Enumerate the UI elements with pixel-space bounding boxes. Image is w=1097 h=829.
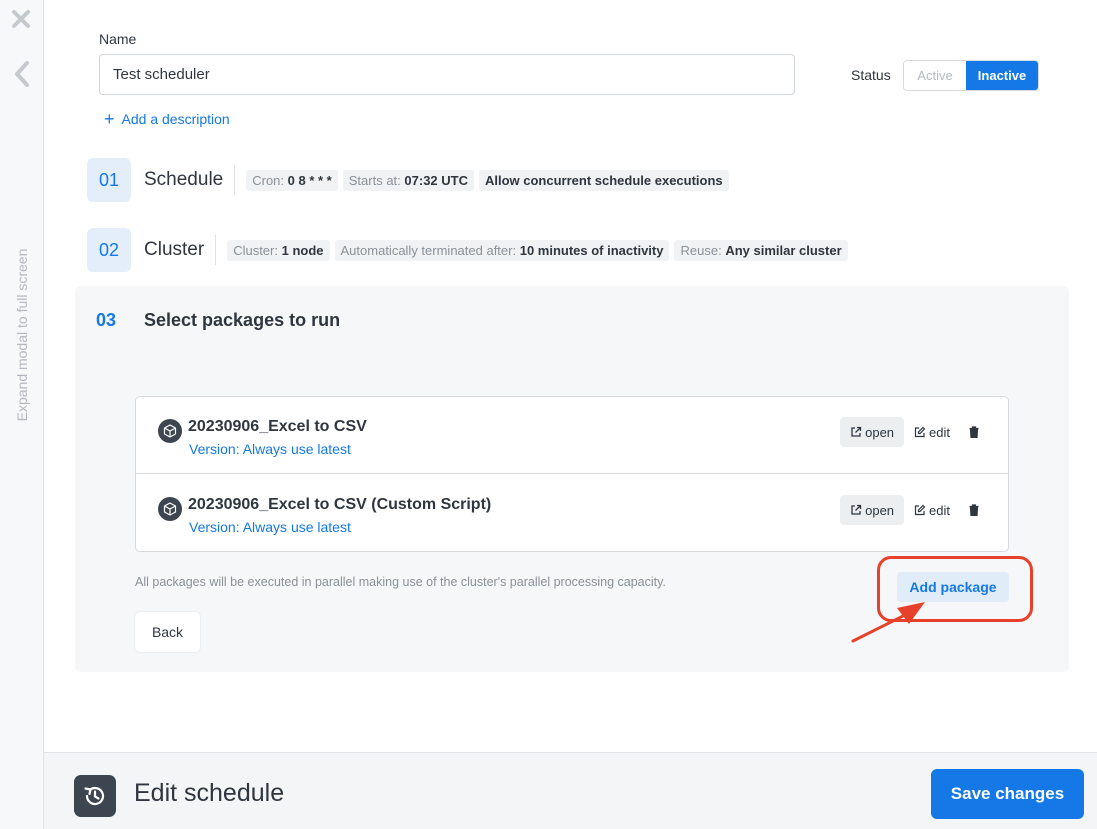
starts-at-chip: Starts at: 07:32 UTC — [342, 169, 474, 191]
plus-icon: + — [104, 109, 115, 129]
status-toggle: Active Inactive — [903, 60, 1039, 91]
open-button[interactable]: open — [840, 417, 905, 447]
package-row: 20230906_Excel to CSV Version: Always us… — [136, 397, 1008, 474]
external-link-icon — [851, 426, 862, 437]
save-changes-button[interactable]: Save changes — [931, 769, 1084, 819]
step-number: 02 — [87, 228, 131, 272]
close-icon[interactable] — [10, 8, 32, 30]
annotation-arrow-icon — [851, 602, 925, 643]
back-button[interactable]: Back — [135, 612, 200, 652]
history-icon — [74, 775, 116, 817]
package-version-link[interactable]: Version: Always use latest — [189, 519, 351, 535]
open-button[interactable]: open — [840, 495, 905, 525]
external-link-icon — [851, 504, 862, 515]
cluster-nodes-chip: Cluster: 1 node — [227, 239, 330, 261]
modal-title: Edit schedule — [134, 779, 285, 807]
cron-chip: Cron: 0 8 * * * — [246, 169, 338, 191]
add-description-label: Add a description — [121, 111, 230, 127]
step-number: 03 — [96, 310, 117, 330]
panel-title: Select packages to run — [144, 310, 341, 330]
status-option-inactive[interactable]: Inactive — [966, 61, 1038, 90]
trash-icon — [969, 426, 979, 438]
step-number: 01 — [87, 158, 131, 202]
expand-fullscreen-link[interactable]: Expand modal to full screen — [14, 249, 30, 422]
modal-footer: Edit schedule Save changes — [44, 752, 1097, 829]
edit-icon — [914, 426, 926, 438]
side-rail: Expand modal to full screen — [0, 0, 44, 829]
name-label: Name — [99, 31, 137, 47]
reuse-chip: Reuse: Any similar cluster — [674, 239, 848, 261]
package-version-link[interactable]: Version: Always use latest — [189, 441, 351, 457]
edit-button[interactable]: edit — [912, 495, 952, 525]
step-schedule[interactable]: 01 Schedule Cron: 0 8 * * * Starts at: 0… — [87, 158, 729, 202]
package-icon — [158, 419, 182, 443]
edit-icon — [914, 504, 926, 516]
trash-icon — [969, 504, 979, 516]
chevron-left-icon[interactable] — [12, 60, 32, 88]
termination-chip: Automatically terminated after: 10 minut… — [334, 239, 670, 261]
delete-button[interactable] — [964, 495, 984, 525]
edit-button[interactable]: edit — [912, 417, 952, 447]
status-option-active[interactable]: Active — [904, 61, 966, 90]
package-name: 20230906_Excel to CSV (Custom Script) — [188, 496, 492, 513]
step-title: Cluster — [144, 235, 217, 265]
packages-panel: 03 Select packages to run 20230906_Excel… — [75, 286, 1069, 672]
step-cluster[interactable]: 02 Cluster Cluster: 1 node Automatically… — [87, 228, 848, 272]
add-description-link[interactable]: + Add a description — [104, 110, 230, 128]
status-label: Status — [851, 67, 891, 83]
package-icon — [158, 497, 182, 521]
delete-button[interactable] — [964, 417, 984, 447]
step-title: Schedule — [144, 165, 236, 195]
package-name: 20230906_Excel to CSV — [188, 418, 367, 435]
parallel-hint: All packages will be executed in paralle… — [135, 575, 666, 589]
name-input[interactable] — [99, 54, 795, 95]
package-row: 20230906_Excel to CSV (Custom Script) Ve… — [136, 475, 1008, 552]
package-list: 20230906_Excel to CSV Version: Always us… — [135, 396, 1009, 552]
concurrent-chip: Allow concurrent schedule executions — [478, 169, 729, 191]
